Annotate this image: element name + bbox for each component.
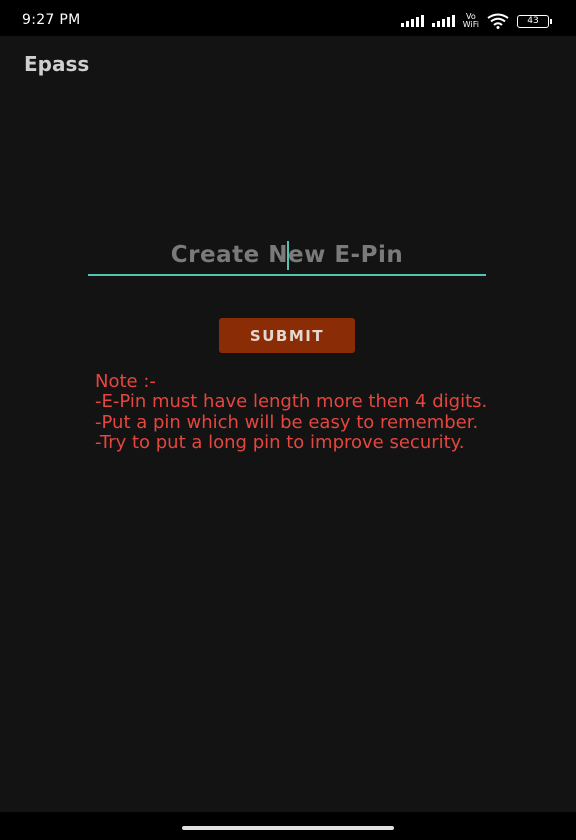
status-bar: 9:27 PM Vo WiFi 43 bbox=[0, 0, 576, 36]
cellular-signal-2-icon bbox=[431, 15, 455, 27]
wifi-icon bbox=[487, 13, 509, 29]
wifi-label: WiFi bbox=[462, 20, 479, 29]
vowifi-icon: Vo WiFi bbox=[463, 13, 479, 29]
status-time: 9:27 PM bbox=[22, 12, 81, 28]
status-icons: Vo WiFi 43 bbox=[400, 12, 552, 30]
battery-level: 43 bbox=[517, 14, 549, 28]
battery-icon: 43 bbox=[517, 14, 552, 28]
text-cursor bbox=[287, 241, 289, 270]
navigation-bar bbox=[0, 812, 576, 840]
app-bar: Epass bbox=[0, 36, 576, 94]
app-title: Epass bbox=[24, 52, 90, 76]
note-text: Note :- -E-Pin must have length more the… bbox=[95, 371, 488, 454]
submit-button[interactable]: SUBMIT bbox=[219, 318, 355, 353]
home-gesture-bar[interactable] bbox=[182, 826, 394, 830]
cellular-signal-icon bbox=[400, 15, 424, 27]
